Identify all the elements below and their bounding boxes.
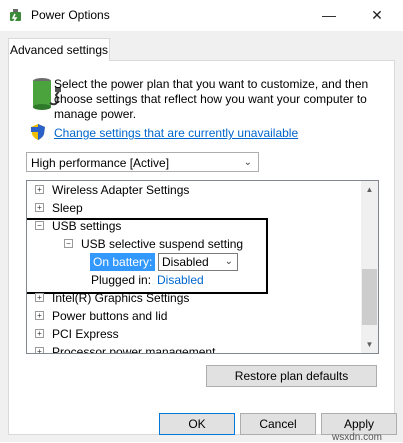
change-settings-link[interactable]: Change settings that are currently unava…: [54, 126, 298, 140]
tree-scrollbar[interactable]: ▲ ▼: [361, 181, 378, 353]
uac-shield-icon: [31, 124, 45, 140]
tree-item-label: Wireless Adapter Settings: [52, 183, 190, 197]
tree-item-label: Power buttons and lid: [52, 309, 168, 323]
minimize-button[interactable]: —: [316, 4, 342, 26]
tree-item-label: PCI Express: [52, 327, 119, 341]
power-plan-select[interactable]: High performance [Active] ⌄: [26, 152, 259, 172]
power-plan-value: High performance [Active]: [31, 156, 170, 170]
chevron-down-icon: ⌄: [243, 157, 252, 168]
tab-advanced-settings[interactable]: Advanced settings: [8, 38, 110, 61]
expand-icon[interactable]: +: [35, 203, 44, 212]
restore-plan-defaults-button[interactable]: Restore plan defaults: [206, 365, 377, 387]
tree-item-label: Processor power management: [52, 345, 216, 354]
power-options-icon: [10, 9, 21, 22]
title-bar: Power Options — ✕: [0, 0, 403, 31]
expand-icon[interactable]: +: [35, 293, 44, 302]
watermark: wsxdn.com: [332, 432, 383, 443]
scroll-thumb[interactable]: [362, 269, 377, 325]
expand-icon[interactable]: +: [35, 311, 44, 320]
window-title: Power Options: [31, 8, 110, 22]
expand-icon[interactable]: +: [35, 329, 44, 338]
expand-icon[interactable]: +: [35, 347, 44, 353]
cancel-button[interactable]: Cancel: [240, 413, 316, 435]
scroll-up-icon[interactable]: ▲: [361, 181, 378, 198]
tree-item-label: Sleep: [52, 201, 83, 215]
dialog-content: Advanced settings Select the power plan …: [0, 31, 403, 443]
scroll-down-icon[interactable]: ▼: [361, 336, 378, 353]
settings-tree[interactable]: + Wireless Adapter Settings + Sleep − US…: [26, 180, 379, 354]
highlight-box: [27, 218, 268, 294]
expand-icon[interactable]: +: [35, 185, 44, 194]
close-button[interactable]: ✕: [364, 4, 390, 26]
advanced-settings-panel: Select the power plan that you want to c…: [8, 60, 395, 435]
tree-item-label: Intel(R) Graphics Settings: [52, 291, 190, 305]
ok-button[interactable]: OK: [159, 413, 235, 435]
description-text: Select the power plan that you want to c…: [54, 77, 369, 121]
